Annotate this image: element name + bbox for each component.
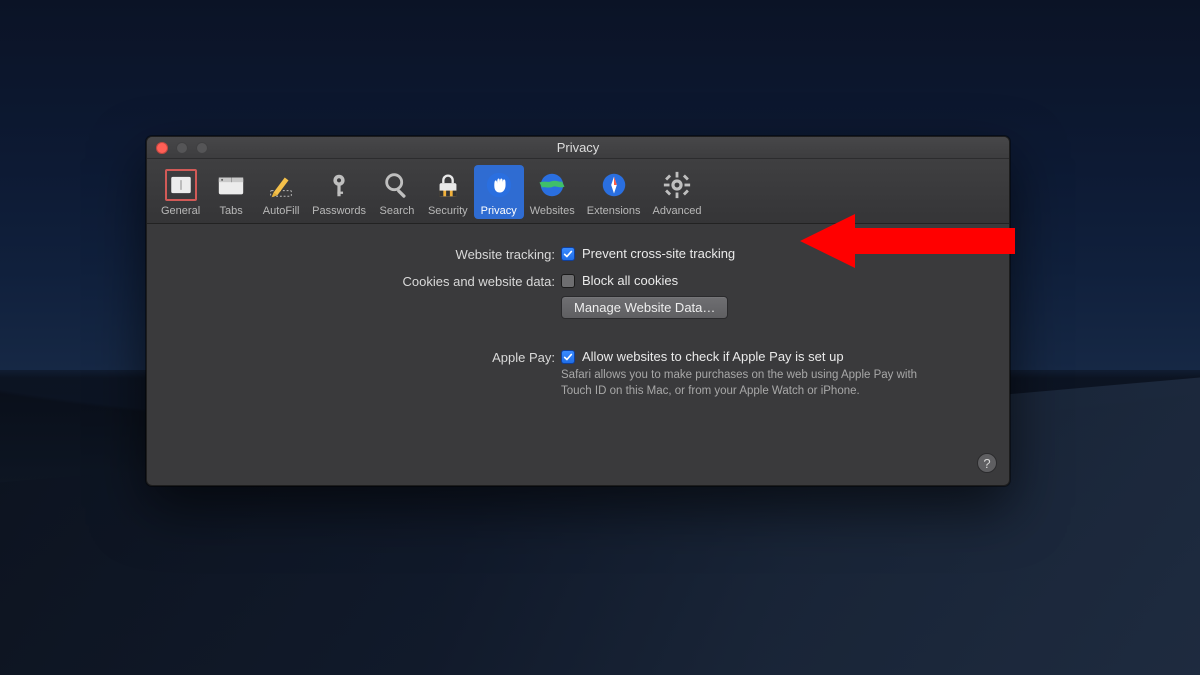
tab-label: Security xyxy=(428,205,468,217)
block-all-cookies-checkbox[interactable]: Block all cookies xyxy=(561,273,981,288)
allow-apple-pay-check-checkbox[interactable]: Allow websites to check if Apple Pay is … xyxy=(561,349,981,364)
tab-general[interactable]: General xyxy=(155,165,206,219)
checkbox-checked-icon xyxy=(561,350,575,364)
tab-label: Extensions xyxy=(587,205,641,217)
window-title: Privacy xyxy=(147,140,1009,155)
checkbox-unchecked-icon xyxy=(561,274,575,288)
help-button[interactable]: ? xyxy=(977,453,997,473)
titlebar: Privacy xyxy=(147,137,1009,159)
window-controls xyxy=(156,142,208,154)
tabs-icon xyxy=(215,169,247,201)
hand-icon xyxy=(483,169,515,201)
key-icon xyxy=(323,169,355,201)
tab-autofill[interactable]: AutoFill xyxy=(256,165,306,219)
tab-extensions[interactable]: Extensions xyxy=(581,165,647,219)
magnifier-icon xyxy=(381,169,413,201)
tab-label: Search xyxy=(380,205,415,217)
pencil-icon xyxy=(265,169,297,201)
tab-label: Advanced xyxy=(653,205,702,217)
tab-security[interactable]: Security xyxy=(422,165,474,219)
tab-tabs[interactable]: Tabs xyxy=(206,165,256,219)
preferences-window: Privacy General Tabs AutoFill Passwords xyxy=(146,136,1010,486)
tab-label: Privacy xyxy=(481,205,517,217)
prevent-cross-site-tracking-checkbox[interactable]: Prevent cross-site tracking xyxy=(561,246,981,261)
switch-icon xyxy=(165,169,197,201)
privacy-pane: Website tracking: Prevent cross-site tra… xyxy=(147,224,1009,419)
checkbox-label: Block all cookies xyxy=(582,273,678,288)
website-tracking-label: Website tracking: xyxy=(175,246,561,262)
zoom-window-button[interactable] xyxy=(196,142,208,154)
tab-privacy[interactable]: Privacy xyxy=(474,165,524,219)
checkbox-checked-icon xyxy=(561,247,575,261)
cookies-label: Cookies and website data: xyxy=(175,273,561,289)
tab-label: Passwords xyxy=(312,205,366,217)
checkbox-label: Prevent cross-site tracking xyxy=(582,246,735,261)
tab-passwords[interactable]: Passwords xyxy=(306,165,372,219)
apple-pay-hint: Safari allows you to make purchases on t… xyxy=(561,368,921,399)
manage-website-data-button[interactable]: Manage Website Data… xyxy=(561,296,728,319)
tab-advanced[interactable]: Advanced xyxy=(647,165,708,219)
tab-label: General xyxy=(161,205,200,217)
tab-search[interactable]: Search xyxy=(372,165,422,219)
close-window-button[interactable] xyxy=(156,142,168,154)
preferences-toolbar: General Tabs AutoFill Passwords Search xyxy=(147,159,1009,224)
tab-label: Tabs xyxy=(220,205,243,217)
apple-pay-label: Apple Pay: xyxy=(175,349,561,365)
gear-icon xyxy=(661,169,693,201)
minimize-window-button[interactable] xyxy=(176,142,188,154)
checkbox-label: Allow websites to check if Apple Pay is … xyxy=(582,349,844,364)
tab-websites[interactable]: Websites xyxy=(524,165,581,219)
tab-label: Websites xyxy=(530,205,575,217)
compass-icon xyxy=(598,169,630,201)
tab-label: AutoFill xyxy=(263,205,300,217)
globe-icon xyxy=(536,169,568,201)
lock-icon xyxy=(432,169,464,201)
